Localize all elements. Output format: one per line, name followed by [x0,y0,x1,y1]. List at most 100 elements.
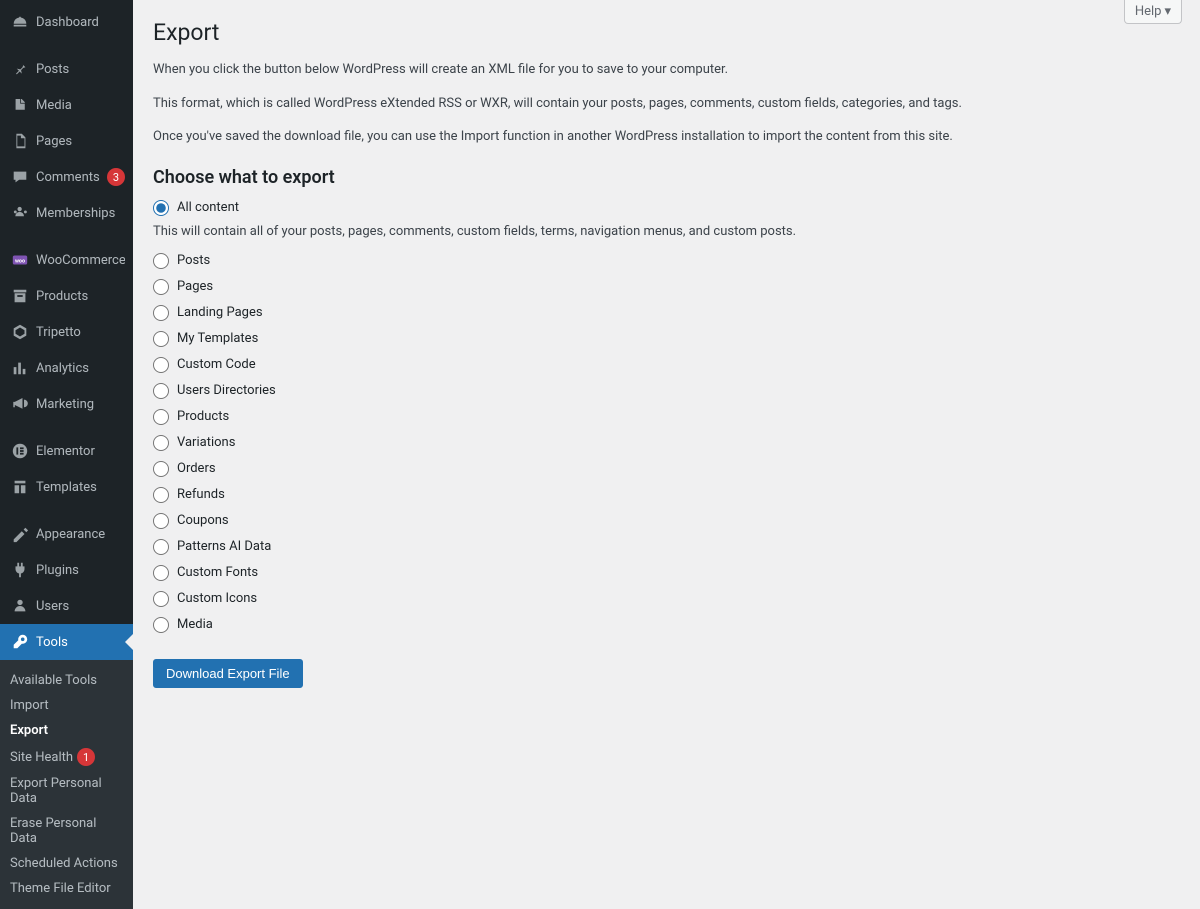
radio-variations-input[interactable] [153,435,169,451]
download-export-button[interactable]: Download Export File [153,659,303,688]
radio-landing-pages-input[interactable] [153,305,169,321]
sidebar-item-tripetto[interactable]: Tripetto [0,314,133,350]
menu-label: Tools [36,635,125,650]
tripetto-icon [10,322,30,342]
radio-products[interactable]: Products [153,409,1180,425]
comments-icon [10,167,30,187]
dashboard-icon [10,12,30,32]
submenu-item-scheduled-actions[interactable]: Scheduled Actions [0,851,133,876]
radio-all-content[interactable]: All content [153,200,1180,216]
submenu-item-available-tools[interactable]: Available Tools [0,668,133,693]
radio-users-directories[interactable]: Users Directories [153,383,1180,399]
menu-label: Pages [36,134,125,149]
radio-coupons-input[interactable] [153,513,169,529]
radio-media-input[interactable] [153,617,169,633]
intro-paragraph-2: This format, which is called WordPress e… [153,94,1180,114]
submenu-item-theme-file-editor[interactable]: Theme File Editor [0,876,133,901]
radio-label: Orders [177,461,216,476]
sidebar-item-pages[interactable]: Pages [0,123,133,159]
count-badge: 1 [77,748,95,766]
submenu-label: Available Tools [10,673,97,688]
radio-custom-code[interactable]: Custom Code [153,357,1180,373]
sidebar-item-elementor[interactable]: Elementor [0,433,133,469]
radio-custom-fonts[interactable]: Custom Fonts [153,565,1180,581]
radio-custom-fonts-input[interactable] [153,565,169,581]
menu-label: Memberships [36,206,125,221]
radio-my-templates-input[interactable] [153,331,169,347]
menu-label: Templates [36,480,125,495]
elementor-icon [10,441,30,461]
intro-paragraph-1: When you click the button below WordPres… [153,60,1180,80]
radio-media[interactable]: Media [153,617,1180,633]
radio-coupons[interactable]: Coupons [153,513,1180,529]
radio-products-input[interactable] [153,409,169,425]
submenu-item-site-health[interactable]: Site Health1 [0,743,133,771]
sidebar-item-analytics[interactable]: Analytics [0,350,133,386]
radio-pages-input[interactable] [153,279,169,295]
radio-posts-input[interactable] [153,253,169,269]
sidebar-item-plugins[interactable]: Plugins [0,552,133,588]
radio-refunds[interactable]: Refunds [153,487,1180,503]
all-content-description: This will contain all of your posts, pag… [153,224,1180,239]
help-tab[interactable]: Help ▾ [1124,0,1182,24]
submenu-label: Export [10,723,48,738]
menu-label: Analytics [36,361,125,376]
radio-label: My Templates [177,331,258,346]
menu-label: Appearance [36,527,125,542]
sidebar-item-media[interactable]: Media [0,87,133,123]
sidebar-item-woocommerce[interactable]: wooWooCommerce [0,242,133,278]
submenu-item-export[interactable]: Export [0,718,133,743]
radio-posts[interactable]: Posts [153,253,1180,269]
radio-patterns-ai-data[interactable]: Patterns AI Data [153,539,1180,555]
radio-label: Pages [177,279,213,294]
radio-orders[interactable]: Orders [153,461,1180,477]
radio-landing-pages[interactable]: Landing Pages [153,305,1180,321]
tools-submenu: Available Tools Import Export Site Health1 E… [0,660,133,909]
sidebar-item-tools[interactable]: Tools [0,624,133,660]
radio-custom-code-input[interactable] [153,357,169,373]
menu-label: Media [36,98,125,113]
sidebar-item-posts[interactable]: Posts [0,51,133,87]
chevron-down-icon: ▾ [1164,4,1171,19]
radio-users-directories-input[interactable] [153,383,169,399]
plugins-icon [10,560,30,580]
submenu-item-import[interactable]: Import [0,693,133,718]
radio-orders-input[interactable] [153,461,169,477]
products-icon [10,286,30,306]
help-label: Help [1135,4,1162,19]
analytics-icon [10,358,30,378]
radio-pages[interactable]: Pages [153,279,1180,295]
radio-label: Variations [177,435,235,450]
radio-label: Landing Pages [177,305,263,320]
radio-refunds-input[interactable] [153,487,169,503]
menu-label: Marketing [36,397,125,412]
sidebar-item-memberships[interactable]: Memberships [0,195,133,231]
radio-custom-icons-input[interactable] [153,591,169,607]
section-heading: Choose what to export [153,167,1180,188]
count-badge: 3 [107,168,125,186]
radio-my-templates[interactable]: My Templates [153,331,1180,347]
media-icon [10,95,30,115]
radio-label: Products [177,409,229,424]
marketing-icon [10,394,30,414]
sidebar-item-comments[interactable]: Comments3 [0,159,133,195]
radio-patterns-ai-data-input[interactable] [153,539,169,555]
submenu-label: Erase Personal Data [10,816,123,846]
memberships-icon [10,203,30,223]
radio-all-content-input[interactable] [153,200,169,216]
submenu-item-erase-personal-data[interactable]: Erase Personal Data [0,811,133,851]
submenu-label: Export Personal Data [10,776,123,806]
radio-label: Custom Icons [177,591,257,606]
sidebar-item-appearance[interactable]: Appearance [0,516,133,552]
sidebar-item-products[interactable]: Products [0,278,133,314]
submenu-label: Theme File Editor [10,881,111,896]
sidebar-item-marketing[interactable]: Marketing [0,386,133,422]
sidebar-item-templates[interactable]: Templates [0,469,133,505]
submenu-item-export-personal-data[interactable]: Export Personal Data [0,771,133,811]
sidebar-item-dashboard[interactable]: Dashboard [0,4,133,40]
sidebar-item-users[interactable]: Users [0,588,133,624]
radio-variations[interactable]: Variations [153,435,1180,451]
radio-label: Media [177,617,213,632]
woo-icon: woo [10,250,30,270]
radio-custom-icons[interactable]: Custom Icons [153,591,1180,607]
